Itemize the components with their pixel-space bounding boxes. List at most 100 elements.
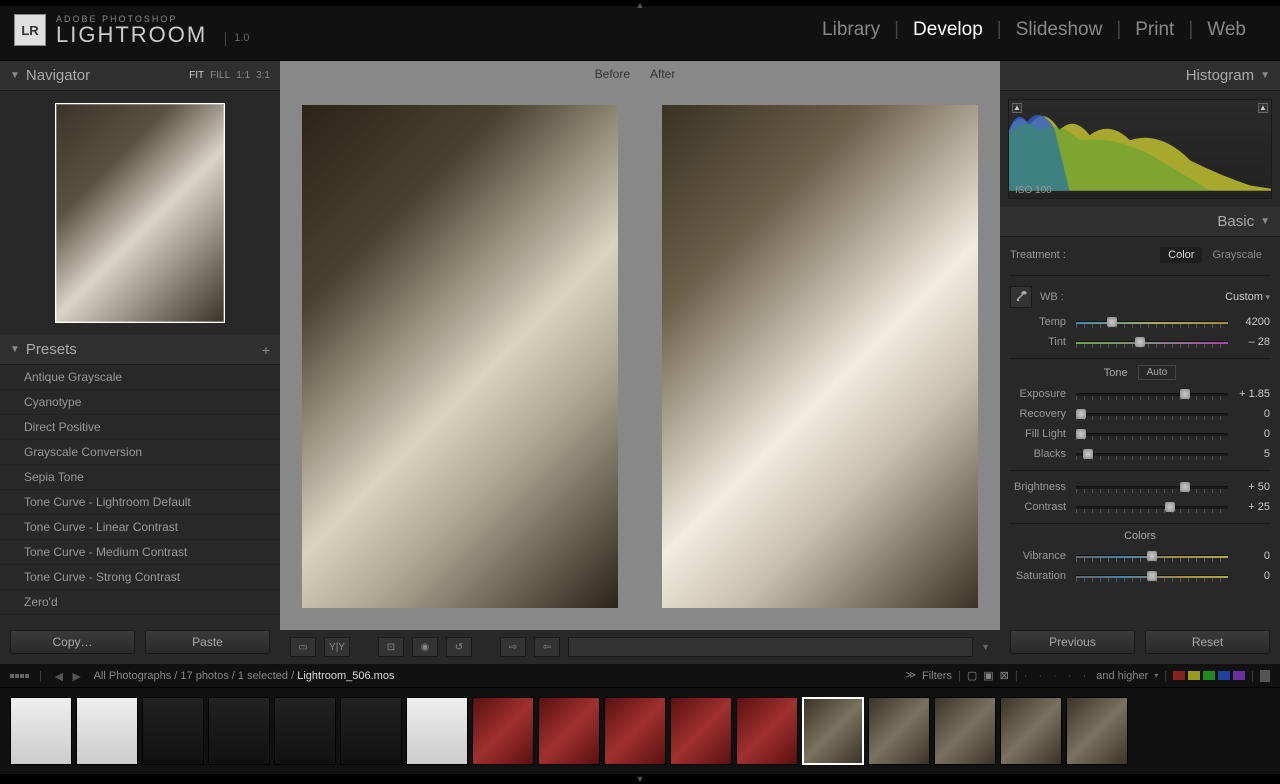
preset-item[interactable]: Cyanotype <box>0 390 280 415</box>
treatment-grayscale[interactable]: Grayscale <box>1204 247 1270 263</box>
temp-label: Temp <box>1010 316 1072 328</box>
filmstrip-thumb[interactable] <box>406 697 468 765</box>
filmstrip-thumb[interactable] <box>736 697 798 765</box>
redeye-tool-icon[interactable]: ◉ <box>412 637 438 657</box>
filmstrip-thumb[interactable] <box>1066 697 1128 765</box>
zoom-fill[interactable]: FILL <box>210 70 230 81</box>
filter-flagged-icon[interactable]: ▢ <box>967 669 977 682</box>
temp-slider[interactable] <box>1076 316 1228 328</box>
color-filter-chip[interactable] <box>1188 671 1200 680</box>
filmstrip-thumb[interactable] <box>76 697 138 765</box>
preset-item[interactable]: Sepia Tone <box>0 465 280 490</box>
zoom-fit[interactable]: FIT <box>189 70 204 81</box>
grid-view-icon[interactable] <box>10 674 29 678</box>
toolbar-dropdown[interactable] <box>568 637 973 657</box>
filmstrip-thumb[interactable] <box>340 697 402 765</box>
preset-item[interactable]: Tone Curve - Lightroom Default <box>0 490 280 515</box>
saturation-value: 0 <box>1232 570 1270 582</box>
collapse-icon: ▼ <box>10 344 20 355</box>
filmstrip-thumb[interactable] <box>868 697 930 765</box>
filmstrip-thumb[interactable] <box>670 697 732 765</box>
filter-lock-icon[interactable] <box>1260 670 1270 682</box>
tint-slider[interactable] <box>1076 336 1228 348</box>
color-filter-chip[interactable] <box>1173 671 1185 680</box>
paste-button[interactable]: Paste <box>145 630 270 654</box>
add-preset-icon[interactable]: + <box>262 342 270 358</box>
exposure-slider[interactable] <box>1076 388 1228 400</box>
navigator-header[interactable]: ▼ Navigator FITFILL1:13:1 <box>0 61 280 91</box>
filmstrip-thumb[interactable] <box>274 697 336 765</box>
module-slideshow[interactable]: Slideshow <box>1002 19 1117 41</box>
saturation-slider[interactable] <box>1076 570 1228 582</box>
blacks-label: Blacks <box>1010 448 1072 460</box>
preset-item[interactable]: Direct Positive <box>0 415 280 440</box>
copy-button[interactable]: Copy… <box>10 630 135 654</box>
copy-before-icon[interactable]: ⇨ <box>500 637 526 657</box>
nav-forward-icon[interactable]: ► <box>70 668 84 684</box>
recovery-slider[interactable] <box>1076 408 1228 420</box>
filmstrip-thumb[interactable] <box>472 697 534 765</box>
before-image[interactable] <box>302 105 618 608</box>
color-filter-chip[interactable] <box>1203 671 1215 680</box>
breadcrumb-current: Lightroom_506.mos <box>297 670 394 682</box>
preset-item[interactable]: Grayscale Conversion <box>0 440 280 465</box>
module-print[interactable]: Print <box>1121 19 1188 41</box>
basic-header[interactable]: Basic ▼ <box>1000 207 1280 237</box>
histogram-header[interactable]: Histogram ▼ <box>1000 61 1280 91</box>
color-filter-chip[interactable] <box>1218 671 1230 680</box>
zoom-3:1[interactable]: 3:1 <box>256 70 270 81</box>
module-library[interactable]: Library <box>808 19 894 41</box>
filmstrip-thumb[interactable] <box>1000 697 1062 765</box>
wb-eyedropper-icon[interactable] <box>1010 286 1032 308</box>
rating-mode[interactable]: and higher <box>1096 670 1148 682</box>
filmstrip-thumb[interactable] <box>802 697 864 765</box>
preset-item[interactable]: Antique Grayscale <box>0 365 280 390</box>
fill-slider[interactable] <box>1076 428 1228 440</box>
zoom-1:1[interactable]: 1:1 <box>236 70 250 81</box>
auto-tone-button[interactable]: Auto <box>1138 365 1177 380</box>
contrast-slider[interactable] <box>1076 501 1228 513</box>
preset-list: Antique GrayscaleCyanotypeDirect Positiv… <box>0 365 280 620</box>
nav-back-icon[interactable]: ◄ <box>52 668 66 684</box>
module-web[interactable]: Web <box>1193 19 1260 41</box>
navigator-preview[interactable] <box>55 103 225 323</box>
view-toolbar: ▭ Y|Y ⊡ ◉ ↺ ⇨ ⇦ ▼ <box>280 630 1000 664</box>
filmstrip-thumb[interactable] <box>538 697 600 765</box>
spot-tool-icon[interactable]: ↺ <box>446 637 472 657</box>
recovery-value: 0 <box>1232 408 1270 420</box>
expand-bottom-icon[interactable]: ▼ <box>636 774 645 784</box>
preset-item[interactable]: Tone Curve - Strong Contrast <box>0 565 280 590</box>
view-compare-icon[interactable]: Y|Y <box>324 637 350 657</box>
crop-tool-icon[interactable]: ⊡ <box>378 637 404 657</box>
filmstrip-thumb[interactable] <box>208 697 270 765</box>
histogram-display[interactable]: ▲ ▲ ISO 100 <box>1008 99 1272 199</box>
breadcrumb[interactable]: All Photographs / 17 photos / 1 selected… <box>94 670 395 682</box>
filmstrip-thumb[interactable] <box>10 697 72 765</box>
rating-filter[interactable]: · · · · · <box>1024 670 1091 682</box>
treatment-color[interactable]: Color <box>1160 247 1202 263</box>
collapse-icon: ▼ <box>1260 70 1270 81</box>
filmstrip-thumb[interactable] <box>142 697 204 765</box>
preset-item[interactable]: Tone Curve - Medium Contrast <box>0 540 280 565</box>
module-develop[interactable]: Develop <box>899 19 997 41</box>
filmstrip-thumb[interactable] <box>934 697 996 765</box>
color-filter-chip[interactable] <box>1233 671 1245 680</box>
app-logo: LR ADOBE PHOTOSHOP LIGHTROOM 1.0 <box>14 14 250 46</box>
presets-header[interactable]: ▼ Presets + <box>0 335 280 365</box>
previous-button[interactable]: Previous <box>1010 630 1135 654</box>
preset-item[interactable]: Tone Curve - Linear Contrast <box>0 515 280 540</box>
wb-dropdown[interactable]: Custom <box>1225 291 1270 303</box>
preset-item[interactable]: Zero'd <box>0 590 280 615</box>
filter-unflagged-icon[interactable]: ▣ <box>983 669 993 682</box>
after-label: After <box>642 63 683 85</box>
filmstrip-thumb[interactable] <box>604 697 666 765</box>
after-image[interactable] <box>662 105 978 608</box>
view-single-icon[interactable]: ▭ <box>290 637 316 657</box>
vibrance-slider[interactable] <box>1076 550 1228 562</box>
expand-top-icon[interactable]: ▲ <box>636 0 645 10</box>
reset-button[interactable]: Reset <box>1145 630 1270 654</box>
copy-after-icon[interactable]: ⇦ <box>534 637 560 657</box>
brightness-slider[interactable] <box>1076 481 1228 493</box>
blacks-slider[interactable] <box>1076 448 1228 460</box>
filter-rejected-icon[interactable]: ⊠ <box>1000 669 1009 682</box>
